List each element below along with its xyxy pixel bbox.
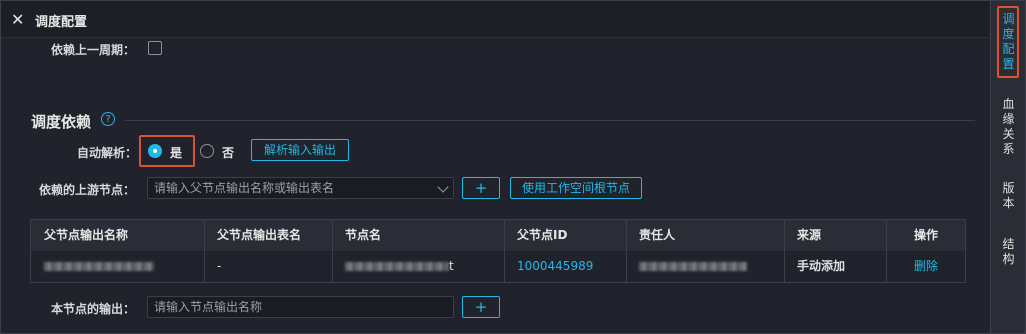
radio-no[interactable] bbox=[200, 144, 214, 158]
table-row: - t 1000445989 手动添加 删除 bbox=[31, 251, 965, 282]
upstream-placeholder: 请输入父节点输出名称或输出表名 bbox=[154, 181, 335, 195]
auto-parse-label: 自动解析： bbox=[77, 146, 138, 160]
tab-char: 本 bbox=[1002, 196, 1015, 210]
tab-char: 缘 bbox=[1002, 112, 1015, 126]
redacted-text bbox=[345, 262, 449, 271]
table-header: 父节点输出名称 父节点输出表名 节点名 父节点ID 责任人 来源 操作 bbox=[31, 220, 965, 252]
node-output-placeholder: 请输入节点输出名称 bbox=[154, 300, 263, 314]
use-root-node-button[interactable]: 使用工作空间根节点 bbox=[510, 177, 642, 199]
redacted-text bbox=[639, 262, 747, 271]
col-source: 来源 bbox=[785, 220, 887, 251]
cell-node-id-link[interactable]: 1000445989 bbox=[505, 251, 627, 282]
section-title: 调度依赖 bbox=[31, 113, 92, 131]
cell-output-table: - bbox=[205, 251, 333, 282]
upstream-search-input[interactable]: 请输入父节点输出名称或输出表名 bbox=[147, 177, 454, 199]
radio-yes-label: 是 bbox=[170, 146, 183, 160]
tab-char: 度 bbox=[1002, 27, 1015, 41]
schedule-config-panel: ✕ 调度配置 依赖上一周期： 调度依赖 ? 自动解析： 是 否 解析输入输出 依… bbox=[1, 1, 989, 333]
tab-structure[interactable]: 结 构 bbox=[991, 237, 1025, 267]
upstream-label: 依赖的上游节点： bbox=[39, 183, 136, 197]
tab-char: 配 bbox=[1002, 42, 1015, 56]
tab-char: 结 bbox=[1002, 237, 1015, 251]
col-output-name: 父节点输出名称 bbox=[31, 220, 205, 251]
parse-io-button[interactable]: 解析输入输出 bbox=[251, 139, 349, 161]
depend-prev-cycle-checkbox[interactable] bbox=[148, 41, 162, 55]
help-icon[interactable]: ? bbox=[101, 112, 115, 126]
tab-char: 系 bbox=[1002, 142, 1015, 156]
tab-schedule-config[interactable]: 调 度 配 置 bbox=[991, 12, 1025, 72]
cell-owner bbox=[627, 251, 785, 282]
redacted-text bbox=[44, 262, 154, 271]
panel-header: ✕ 调度配置 bbox=[1, 1, 989, 38]
tab-char: 版 bbox=[1002, 181, 1015, 195]
node-output-input[interactable]: 请输入节点输出名称 bbox=[147, 296, 454, 318]
upstream-table: 父节点输出名称 父节点输出表名 节点名 父节点ID 责任人 来源 操作 - t … bbox=[30, 219, 966, 283]
tab-char: 关 bbox=[1002, 127, 1015, 141]
chevron-down-icon[interactable] bbox=[437, 181, 449, 193]
tab-char: 置 bbox=[1002, 57, 1015, 71]
tab-char: 血 bbox=[1002, 97, 1015, 111]
window: ✕ 调度配置 依赖上一周期： 调度依赖 ? 自动解析： 是 否 解析输入输出 依… bbox=[0, 0, 1026, 334]
add-node-output-button[interactable]: + bbox=[462, 296, 500, 318]
col-output-table: 父节点输出表名 bbox=[205, 220, 333, 251]
radio-no-label: 否 bbox=[222, 146, 235, 160]
col-action: 操作 bbox=[913, 228, 938, 242]
section-divider bbox=[125, 120, 975, 121]
panel-title: 调度配置 bbox=[35, 15, 88, 30]
col-node-id: 父节点ID bbox=[505, 220, 627, 251]
depend-prev-cycle-label: 依赖上一周期： bbox=[51, 43, 136, 57]
col-owner: 责任人 bbox=[627, 220, 785, 251]
radio-yes[interactable] bbox=[148, 144, 162, 158]
cell-output-name bbox=[31, 251, 205, 282]
delete-link[interactable]: 删除 bbox=[887, 251, 965, 282]
cell-node-name: t bbox=[333, 251, 505, 282]
right-side-tabs: 调 度 配 置 血 缘 关 系 版 本 结 构 bbox=[990, 1, 1025, 333]
cell-source: 手动添加 bbox=[785, 251, 887, 282]
tab-version[interactable]: 版 本 bbox=[991, 181, 1025, 211]
node-name-suffix: t bbox=[449, 259, 454, 273]
tab-char: 调 bbox=[1002, 12, 1015, 26]
col-node-name: 节点名 bbox=[333, 220, 505, 251]
tab-lineage[interactable]: 血 缘 关 系 bbox=[991, 97, 1025, 157]
add-upstream-button[interactable]: + bbox=[462, 177, 500, 199]
node-output-label: 本节点的输出： bbox=[51, 302, 136, 316]
tab-char: 构 bbox=[1002, 252, 1015, 266]
close-icon[interactable]: ✕ bbox=[11, 10, 24, 29]
